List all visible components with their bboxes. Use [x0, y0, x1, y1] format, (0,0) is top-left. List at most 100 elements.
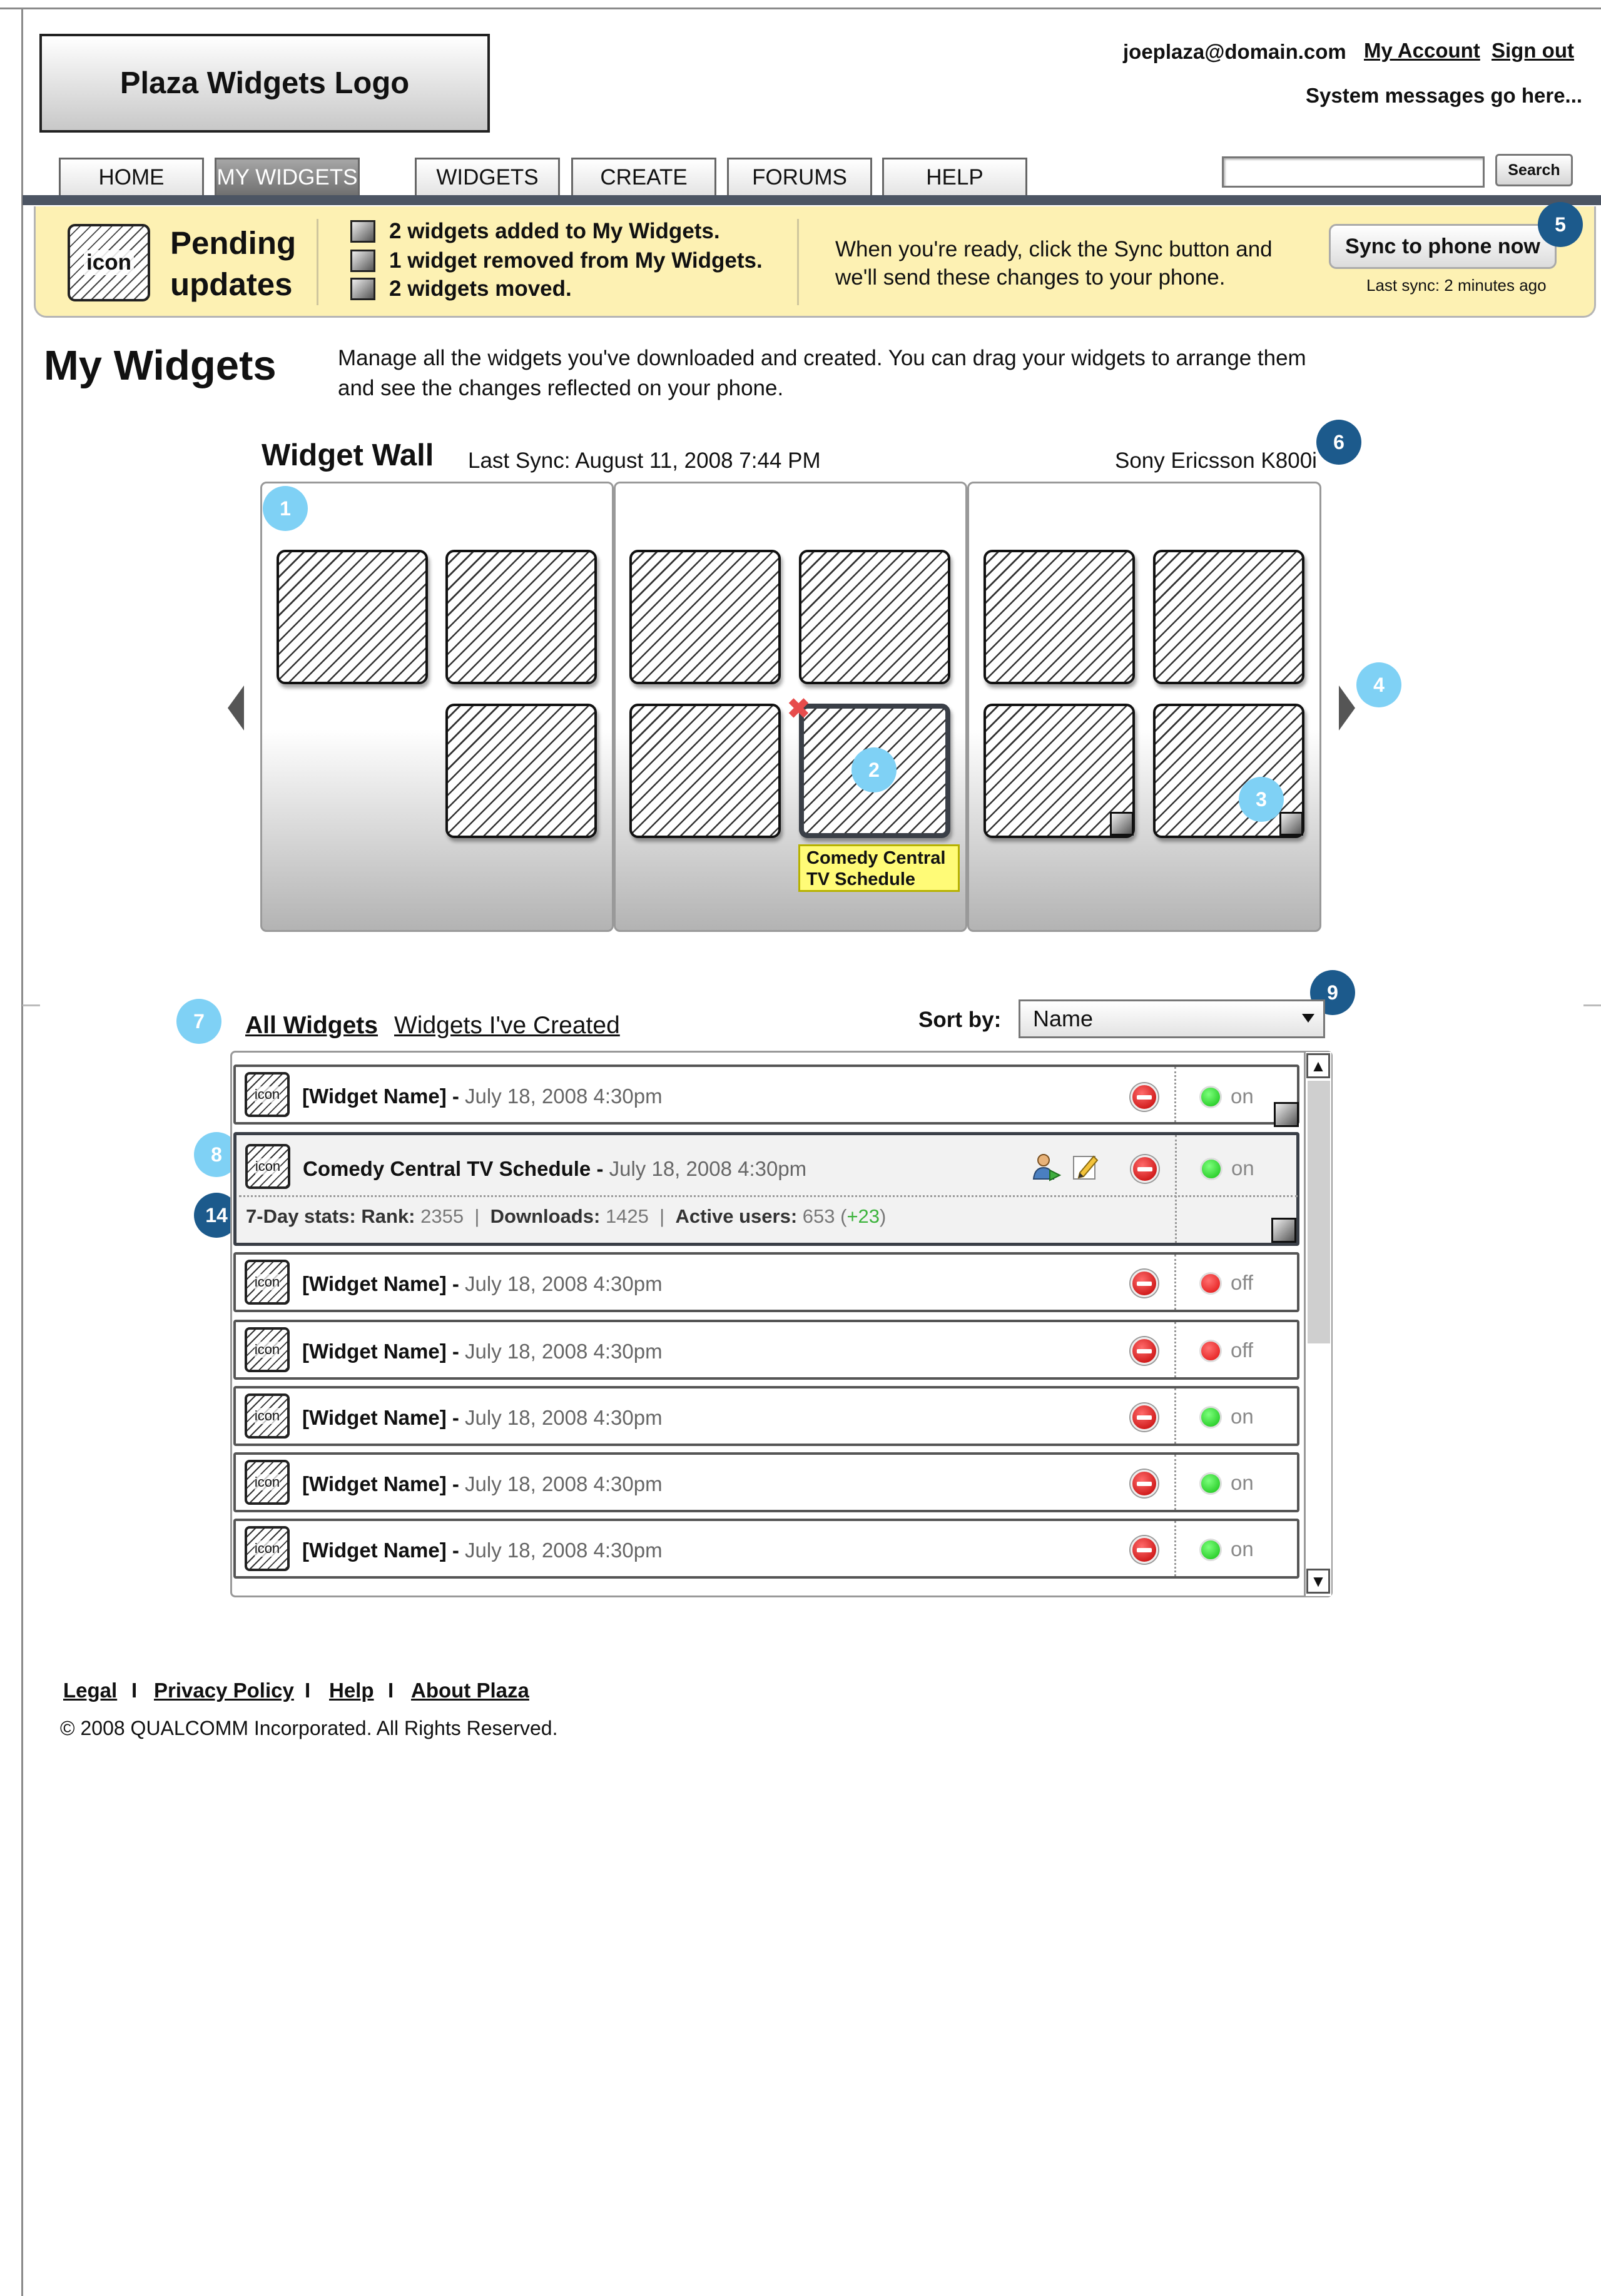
- status-on-icon[interactable]: [1199, 1472, 1222, 1495]
- widget-row[interactable]: icon [Widget Name] - July 18, 2008 4:30p…: [233, 1519, 1299, 1579]
- scroll-down-button[interactable]: ▼: [1306, 1569, 1330, 1594]
- row-divider: [1175, 1135, 1177, 1243]
- footer-link-legal[interactable]: Legal: [63, 1679, 117, 1702]
- tab-all-widgets[interactable]: All Widgets: [245, 1012, 378, 1039]
- wall-widget[interactable]: [1153, 550, 1304, 684]
- pending-item-icon: [350, 220, 375, 243]
- widget-name: [Widget Name]: [302, 1406, 447, 1429]
- widget-title: [Widget Name] - July 18, 2008 4:30pm: [302, 1085, 663, 1108]
- wall-widget[interactable]: [983, 550, 1135, 684]
- site-logo[interactable]: Plaza Widgets Logo: [39, 34, 490, 133]
- tab-label: MY WIDGETS: [216, 164, 358, 190]
- icon-label: icon: [255, 1158, 281, 1175]
- sign-out-link[interactable]: Sign out: [1492, 39, 1574, 63]
- remove-icon[interactable]: [1131, 1403, 1158, 1431]
- sync-now-button[interactable]: Sync to phone now: [1329, 224, 1557, 269]
- title-separator: -: [446, 1406, 465, 1429]
- stats-label: 7-Day stats:: [246, 1205, 356, 1227]
- status-off-icon[interactable]: [1199, 1272, 1222, 1295]
- share-person-icon[interactable]: [1031, 1151, 1062, 1183]
- row-divider: [1174, 1455, 1176, 1510]
- status-off-icon[interactable]: [1199, 1340, 1222, 1362]
- wall-widget[interactable]: [799, 550, 950, 684]
- resize-handle[interactable]: [1279, 812, 1303, 836]
- footer-link-about[interactable]: About Plaza: [411, 1679, 529, 1702]
- sort-select[interactable]: Name: [1019, 999, 1325, 1038]
- remove-icon[interactable]: [1131, 1337, 1158, 1365]
- widget-row[interactable]: icon [Widget Name] - July 18, 2008 4:30p…: [233, 1252, 1299, 1312]
- widget-title: [Widget Name] - July 18, 2008 4:30pm: [302, 1340, 663, 1363]
- scroll-up-button[interactable]: ▲: [1306, 1053, 1330, 1078]
- resize-handle[interactable]: [1274, 1102, 1299, 1127]
- stats-rank: 2355: [420, 1205, 464, 1227]
- remove-icon[interactable]: [1131, 1470, 1158, 1497]
- widget-title: [Widget Name] - July 18, 2008 4:30pm: [302, 1272, 663, 1296]
- tab-my-widgets[interactable]: MY WIDGETS: [215, 158, 360, 195]
- tab-help[interactable]: HELP: [882, 158, 1027, 195]
- widget-title: [Widget Name] - July 18, 2008 4:30pm: [302, 1406, 663, 1430]
- stats-rank-label: Rank:: [361, 1205, 415, 1227]
- widget-name: [Widget Name]: [302, 1085, 447, 1108]
- tab-label: WIDGETS: [436, 164, 539, 190]
- wall-widget[interactable]: [629, 704, 781, 838]
- status-on-icon[interactable]: [1200, 1158, 1222, 1180]
- annotation-badge: 7: [176, 999, 221, 1044]
- widget-icon: icon: [245, 1327, 290, 1372]
- wall-widget[interactable]: [629, 550, 781, 684]
- widget-row-expanded[interactable]: icon Comedy Central TV Schedule - July 1…: [233, 1132, 1299, 1246]
- widget-row[interactable]: icon [Widget Name] - July 18, 2008 4:30p…: [233, 1386, 1299, 1446]
- remove-icon[interactable]: [1131, 1536, 1158, 1564]
- resize-handle[interactable]: [1110, 812, 1134, 836]
- icon-label: icon: [84, 250, 134, 275]
- remove-icon[interactable]: [1131, 1155, 1159, 1183]
- search-button[interactable]: Search: [1495, 154, 1573, 186]
- status-on-icon[interactable]: [1199, 1539, 1222, 1561]
- page-description-line: Manage all the widgets you've downloaded…: [338, 346, 1306, 370]
- widget-row[interactable]: icon [Widget Name] - July 18, 2008 4:30p…: [233, 1320, 1299, 1380]
- sort-value: Name: [1033, 1006, 1094, 1031]
- edit-pencil-icon[interactable]: [1071, 1151, 1101, 1181]
- icon-label: icon: [254, 1086, 280, 1103]
- status-on-icon[interactable]: [1199, 1086, 1222, 1108]
- tab-forums[interactable]: FORUMS: [727, 158, 872, 195]
- icon-label: icon: [254, 1274, 280, 1290]
- sort-label: Sort by:: [918, 1008, 1002, 1032]
- annotation-badge: 6: [1316, 420, 1361, 465]
- remove-icon[interactable]: [1131, 1083, 1158, 1111]
- pending-title: Pending updates: [170, 223, 296, 305]
- tab-widgets[interactable]: WIDGETS: [415, 158, 560, 195]
- row-divider: [1174, 1255, 1176, 1310]
- footer-link-help[interactable]: Help: [329, 1679, 374, 1702]
- prev-page-arrow-icon[interactable]: [228, 685, 244, 731]
- scrollbar-thumb[interactable]: [1308, 1081, 1330, 1343]
- pending-title-line: updates: [170, 266, 293, 302]
- widget-row[interactable]: icon [Widget Name] - July 18, 2008 4:30p…: [233, 1452, 1299, 1512]
- annotation-badge: 2: [851, 747, 897, 792]
- widget-icon: icon: [245, 1393, 290, 1439]
- pending-item-icon: [350, 250, 375, 272]
- tab-widgets-created[interactable]: Widgets I've Created: [394, 1012, 620, 1039]
- footer-link-privacy[interactable]: Privacy Policy: [154, 1679, 294, 1702]
- resize-handle[interactable]: [1271, 1218, 1296, 1243]
- search-input[interactable]: [1222, 156, 1485, 188]
- wall-widget[interactable]: [445, 704, 597, 838]
- page-title: My Widgets: [44, 342, 277, 389]
- widget-icon: icon: [245, 1460, 290, 1505]
- status-on-icon[interactable]: [1199, 1406, 1222, 1429]
- next-page-arrow-icon[interactable]: [1339, 685, 1355, 731]
- tab-home[interactable]: HOME: [59, 158, 204, 195]
- widget-row[interactable]: icon [Widget Name] - July 18, 2008 4:30p…: [233, 1065, 1299, 1127]
- wall-widget[interactable]: [277, 550, 428, 684]
- last-sync-status: Last sync: 2 minutes ago: [1366, 276, 1547, 295]
- row-divider: [1174, 1521, 1176, 1576]
- widget-icon: icon: [245, 1526, 290, 1571]
- tab-create[interactable]: CREATE: [571, 158, 716, 195]
- widget-icon: icon: [245, 1072, 290, 1117]
- device-name: Sony Ericsson K800i: [1115, 448, 1317, 473]
- widget-date: July 18, 2008 4:30pm: [465, 1085, 663, 1108]
- remove-widget-icon[interactable]: ✖: [787, 693, 810, 725]
- my-account-link[interactable]: My Account: [1364, 39, 1480, 63]
- wall-widget[interactable]: [445, 550, 597, 684]
- row-divider: [1174, 1067, 1176, 1122]
- remove-icon[interactable]: [1131, 1270, 1158, 1297]
